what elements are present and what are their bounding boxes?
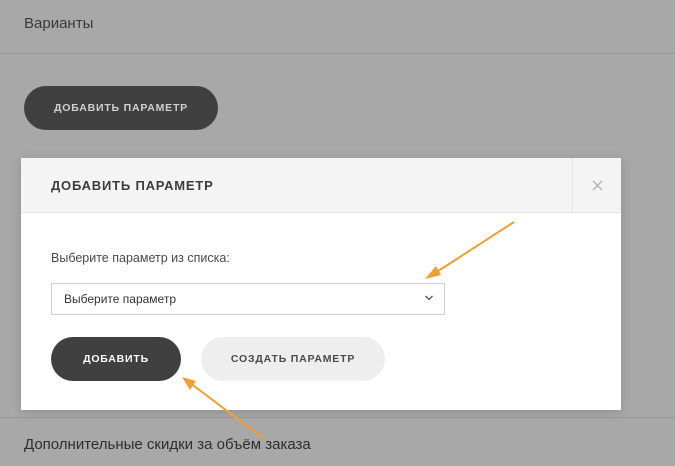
close-icon xyxy=(592,180,602,190)
select-label: Выберите параметр из списка: xyxy=(51,251,230,265)
variants-section-title: Варианты xyxy=(24,15,94,32)
parameter-select[interactable]: Выберите параметр xyxy=(51,283,445,315)
add-parameter-modal: ДОБАВИТЬ ПАРАМЕТР Выберите параметр из с… xyxy=(21,158,621,410)
modal-header: ДОБАВИТЬ ПАРАМЕТР xyxy=(21,158,621,213)
create-parameter-button[interactable]: СОЗДАТЬ ПАРАМЕТР xyxy=(201,337,385,381)
divider xyxy=(0,53,675,54)
chevron-down-icon xyxy=(425,295,433,301)
divider xyxy=(0,417,675,418)
modal-title: ДОБАВИТЬ ПАРАМЕТР xyxy=(51,178,214,193)
select-value: Выберите параметр xyxy=(64,292,177,306)
add-button[interactable]: ДОБАВИТЬ xyxy=(51,337,181,381)
add-parameter-button[interactable]: ДОБАВИТЬ ПАРАМЕТР xyxy=(24,86,218,130)
modal-close-button[interactable] xyxy=(572,158,621,212)
volume-discounts-title: Дополнительные скидки за объём заказа xyxy=(24,436,311,453)
